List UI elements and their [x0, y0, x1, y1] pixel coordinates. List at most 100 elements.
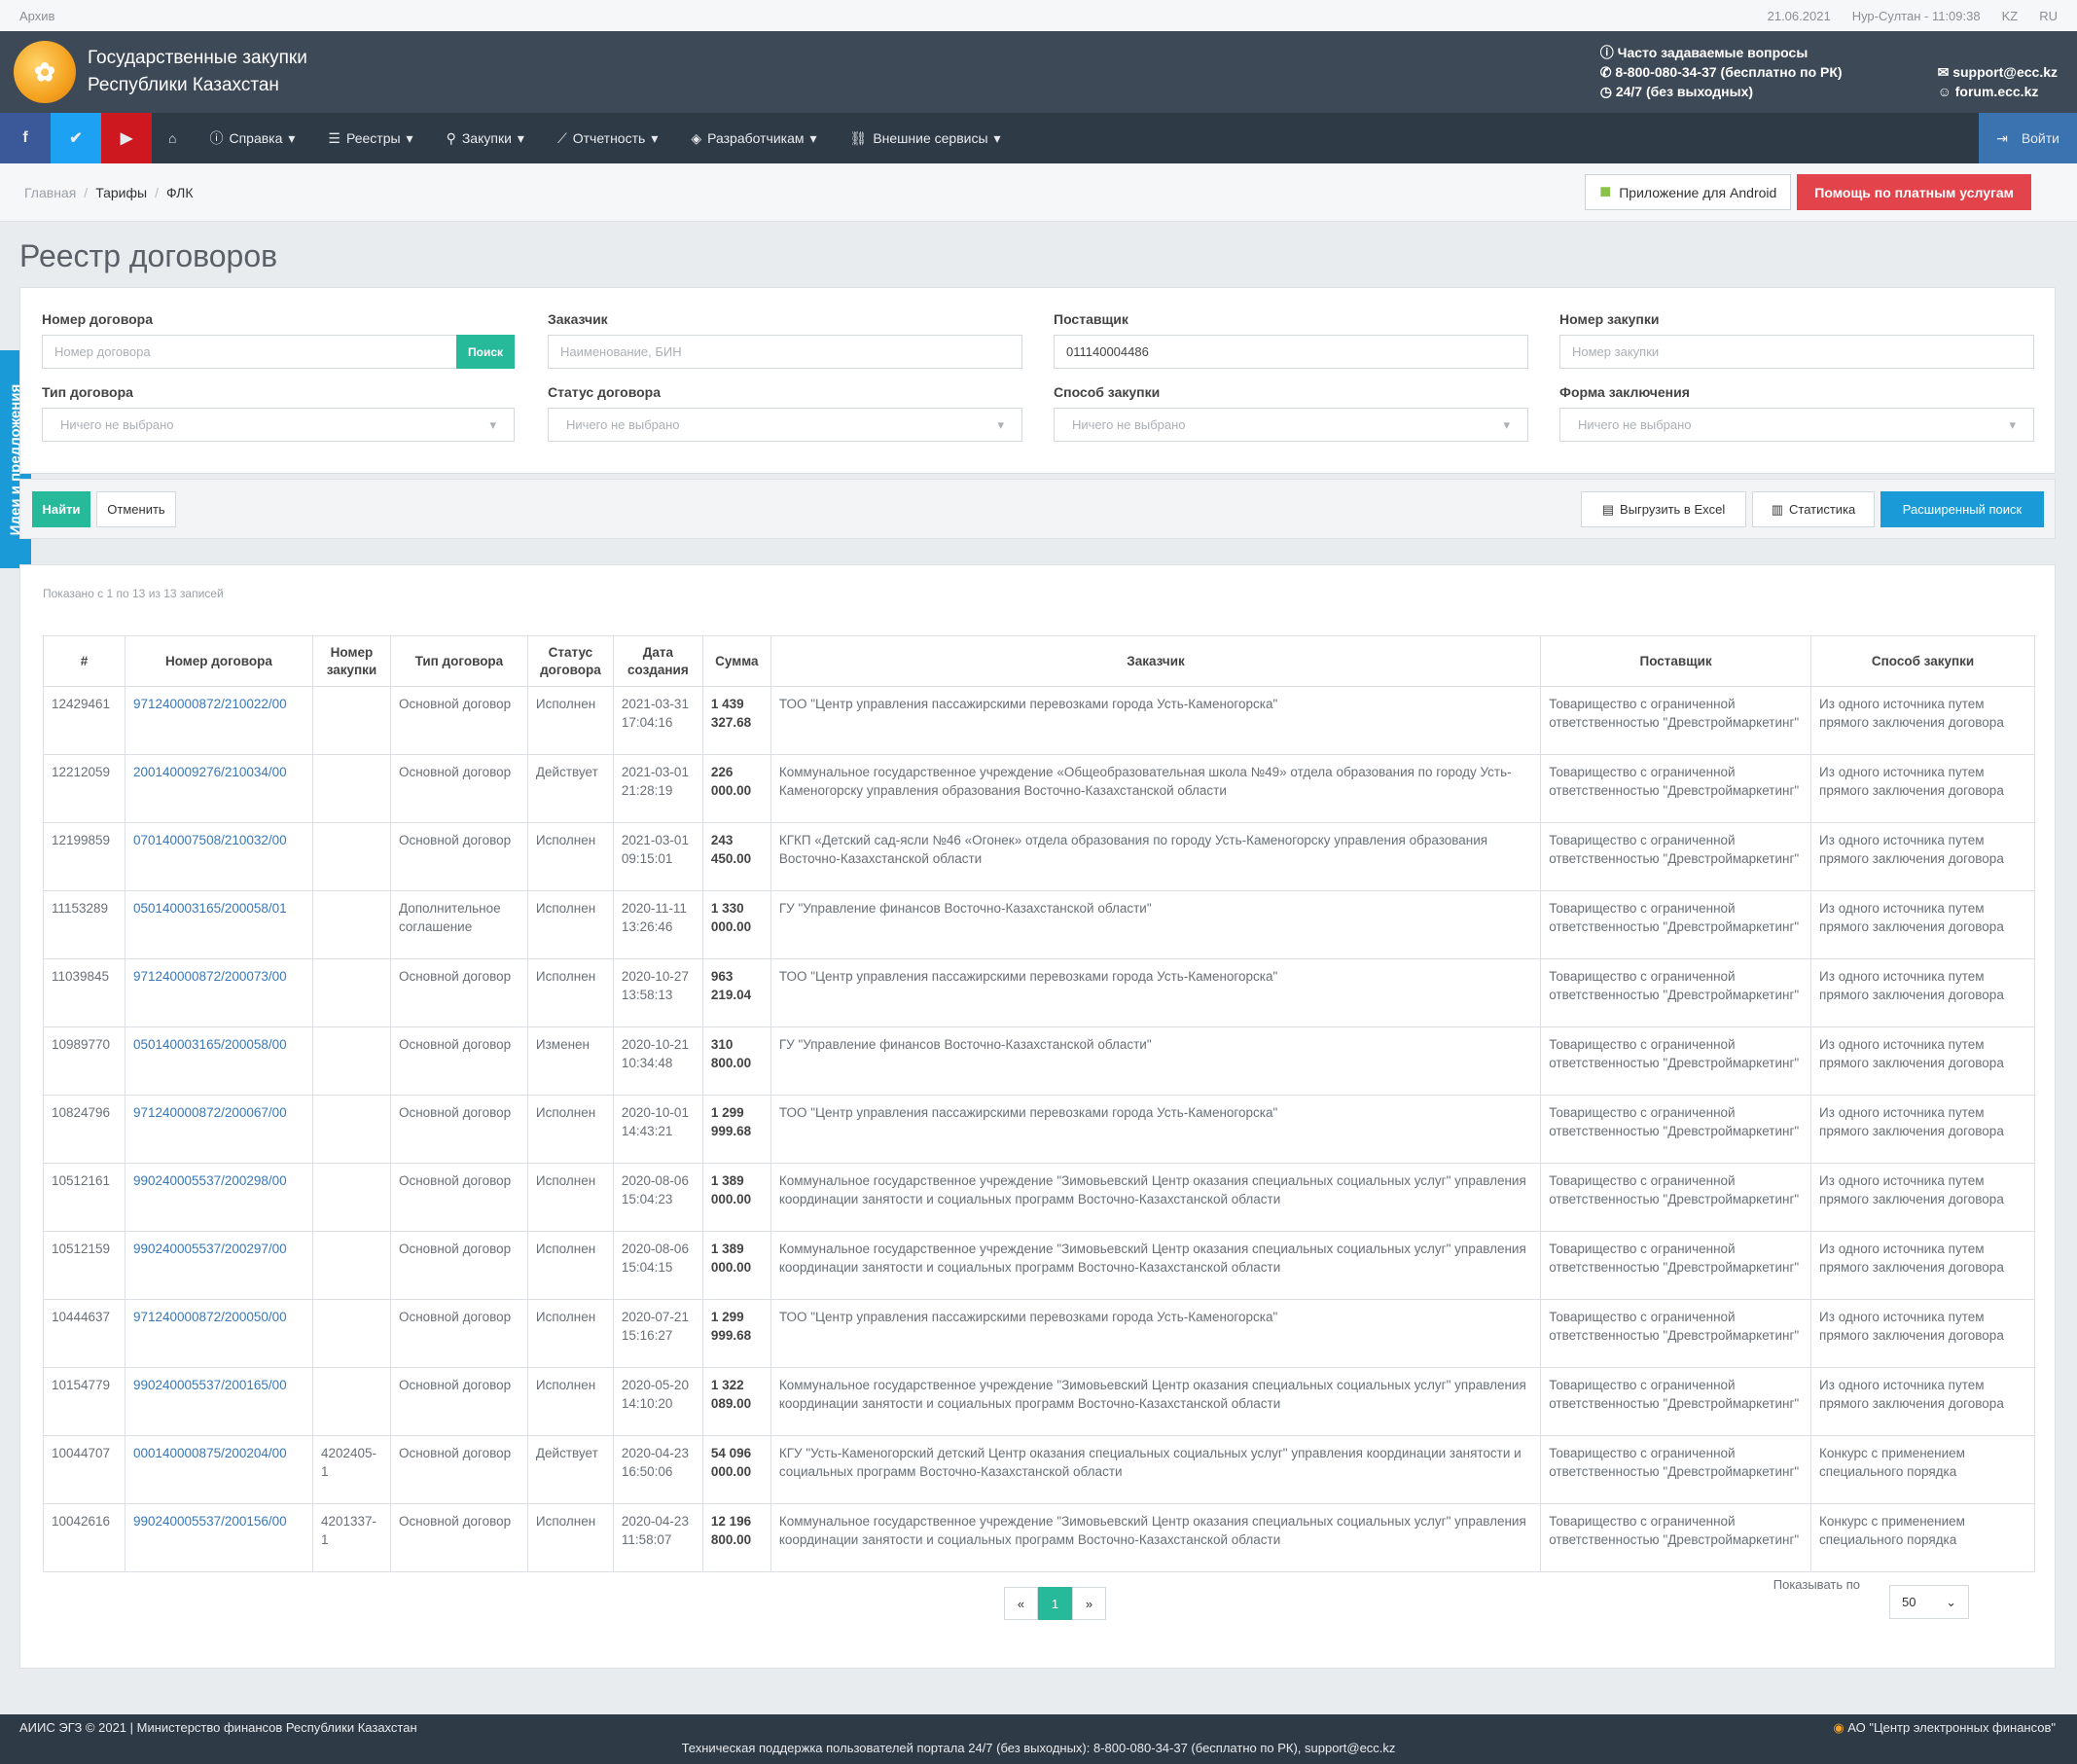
contract-number-link[interactable]: 990240005537/200165/00 — [133, 1378, 287, 1392]
contract-number-placeholder: Номер договора — [54, 344, 151, 359]
customer-label: Заказчик — [548, 311, 608, 327]
col-header[interactable]: Тип договора — [389, 635, 528, 687]
contract-number-link[interactable]: 971240000872/210022/00 — [133, 697, 287, 711]
contract-number-link[interactable]: 971240000872/200067/00 — [133, 1105, 287, 1120]
supplier-input[interactable]: 011140004486 — [1054, 335, 1528, 369]
contract-type-cell: Основной договор — [389, 1299, 528, 1368]
contract-type-cell: Основной договор — [389, 1163, 528, 1232]
youtube-icon[interactable]: ▶ — [101, 113, 152, 163]
find-button[interactable]: Найти — [32, 491, 90, 527]
contract-number-link[interactable]: 200140009276/210034/00 — [133, 765, 287, 779]
form-select[interactable]: Ничего не выбрано ▾ — [1559, 408, 2034, 442]
created-date: 2021-03-01 21:28:19 — [621, 765, 689, 798]
brand-title[interactable]: Государственные закупки Республики Казах… — [88, 45, 307, 99]
created-date-cell: 2020-10-01 14:43:21 — [612, 1095, 703, 1164]
nav-help[interactable]: ⓘ Справка ▾ — [193, 113, 311, 163]
supplier-name: Товарищество с ограниченной ответственно… — [1549, 697, 1800, 730]
col-header[interactable]: Поставщик — [1540, 635, 1812, 687]
contract-number-link[interactable]: 971240000872/200050/00 — [133, 1310, 287, 1324]
contract-number-link[interactable]: 050140003165/200058/01 — [133, 901, 287, 916]
facebook-icon[interactable]: f — [0, 113, 51, 163]
email-link[interactable]: ✉ support@ecc.kz — [1938, 62, 2058, 82]
contract-number-link-cell: 050140003165/200058/00 — [124, 1026, 313, 1096]
contract-type-select[interactable]: Ничего не выбрано ▾ — [42, 408, 515, 442]
contract-number-link[interactable]: 070140007508/210032/00 — [133, 833, 287, 847]
top-strip: Архив 21.06.2021 Нур-Султан - 11:09:38 K… — [0, 0, 2077, 31]
logo[interactable]: ✿ — [14, 41, 76, 103]
nav-purchases[interactable]: ⚲ Закупки ▾ — [430, 113, 541, 163]
twitter-icon[interactable]: ✔ — [51, 113, 101, 163]
created-date: 2020-10-21 10:34:48 — [621, 1037, 689, 1070]
col-header[interactable]: Заказчик — [770, 635, 1542, 687]
contract-number-link[interactable]: 990240005537/200298/00 — [133, 1173, 287, 1188]
customer-input[interactable]: Наименование, БИН — [548, 335, 1022, 369]
nav-external[interactable]: ⛓ Внешние сервисы ▾ — [834, 113, 1018, 163]
breadcrumb-tariffs[interactable]: Тарифы — [95, 185, 147, 200]
contract-number-input[interactable]: Номер договора — [42, 335, 515, 369]
footer-company[interactable]: ◉ АО "Центр электронных финансов" — [1833, 1720, 2056, 1736]
android-app-button[interactable]: ■ Приложение для Android — [1585, 174, 1792, 210]
contract-number-link[interactable]: 050140003165/200058/00 — [133, 1037, 287, 1052]
purchase-number-input[interactable]: Номер закупки — [1559, 335, 2034, 369]
contract-status-select[interactable]: Ничего не выбрано ▾ — [548, 408, 1022, 442]
nav-developers[interactable]: ◈ Разработчикам ▾ — [674, 113, 833, 163]
statistics-button[interactable]: ▥ Статистика — [1752, 491, 1875, 527]
col-header[interactable]: Номер договора — [124, 635, 313, 687]
archive-link[interactable]: Архив — [19, 9, 54, 23]
row-id: 12199859 — [52, 833, 111, 847]
col-header[interactable]: Дата создания — [612, 635, 703, 687]
export-excel-button[interactable]: ▤ Выгрузить в Excel — [1581, 491, 1746, 527]
forum-link[interactable]: ☺ forum.ecc.kz — [1938, 82, 2058, 101]
login-button[interactable]: ⇥ Войти — [1979, 113, 2077, 163]
col-header[interactable]: Сумма — [701, 635, 771, 687]
caret-down-icon: ▾ — [993, 129, 1001, 146]
purchase-method: Из одного источника путем прямого заключ… — [1819, 1037, 2004, 1070]
advanced-search-button[interactable]: Расширенный поиск — [1880, 491, 2044, 527]
contract-number-link-cell: 990240005537/200297/00 — [124, 1231, 313, 1300]
pagination-page[interactable]: 1 — [1038, 1587, 1072, 1620]
contract-status: Изменен — [535, 1037, 591, 1052]
nav-reports[interactable]: ⟋ Отчетность ▾ — [541, 113, 674, 163]
created-date-cell: 2020-07-21 15:16:27 — [612, 1299, 703, 1368]
contract-number-link-cell: 971240000872/200067/00 — [124, 1095, 313, 1164]
contract-search-button[interactable]: Поиск — [456, 335, 515, 369]
cancel-button[interactable]: Отменить — [96, 491, 176, 527]
purchase-number-cell — [311, 1231, 391, 1300]
pagination-next[interactable]: » — [1072, 1587, 1106, 1620]
col-header[interactable]: # — [43, 635, 125, 687]
results-panel: Показано с 1 по 13 из 13 записей # Номер… — [19, 564, 2056, 1669]
created-date-cell: 2020-04-23 11:58:07 — [612, 1503, 703, 1572]
col-header[interactable]: Статус договора — [526, 635, 614, 687]
purchase-method: Из одного источника путем прямого заключ… — [1819, 833, 2004, 866]
home-icon[interactable]: ⌂ — [152, 113, 193, 163]
faq-link[interactable]: ⓘ Часто задаваемые вопросы — [1600, 43, 1843, 62]
col-header[interactable]: Номер закупки — [311, 635, 391, 687]
lang-ru[interactable]: RU — [2039, 9, 2058, 23]
breadcrumb-current[interactable]: ФЛК — [166, 185, 194, 200]
contract-number-link[interactable]: 990240005537/200297/00 — [133, 1242, 287, 1256]
per-page-select[interactable]: 50 ⌄ — [1889, 1585, 1969, 1619]
lang-kz[interactable]: KZ — [2002, 9, 2019, 23]
contract-status: Исполнен — [535, 1173, 596, 1188]
breadcrumb-home[interactable]: Главная — [24, 185, 76, 200]
paid-services-help-button[interactable]: Помощь по платным услугам — [1797, 174, 2031, 210]
contract-number-link[interactable]: 000140000875/200204/00 — [133, 1446, 287, 1460]
supplier-name-cell: Товарищество с ограниченной ответственно… — [1540, 1299, 1812, 1368]
nav-registries[interactable]: ☰ Реестры ▾ — [311, 113, 429, 163]
contract-number-link[interactable]: 971240000872/200073/00 — [133, 969, 287, 984]
contract-number-link[interactable]: 990240005537/200156/00 — [133, 1514, 287, 1529]
col-header[interactable]: Способ закупки — [1810, 635, 2035, 687]
pagination-prev[interactable]: « — [1004, 1587, 1038, 1620]
purchase-method-select[interactable]: Ничего не выбрано ▾ — [1054, 408, 1528, 442]
contract-status-cell: Исполнен — [526, 1231, 614, 1300]
nav-external-label: Внешние сервисы — [873, 130, 988, 146]
customer-name-cell: Коммунальное государственное учреждение … — [770, 1231, 1542, 1300]
supplier-name-cell: Товарищество с ограниченной ответственно… — [1540, 822, 1812, 891]
pagination: « 1 » — [1004, 1587, 1106, 1620]
export-excel-label: Выгрузить в Excel — [1620, 502, 1726, 517]
row-id-cell: 12199859 — [43, 822, 125, 891]
created-date: 2020-11-11 13:26:46 — [621, 901, 687, 934]
customer-name: Коммунальное государственное учреждение … — [778, 1378, 1526, 1411]
contract-type-cell: Основной договор — [389, 686, 528, 755]
supplier-name-cell: Товарищество с ограниченной ответственно… — [1540, 1367, 1812, 1436]
